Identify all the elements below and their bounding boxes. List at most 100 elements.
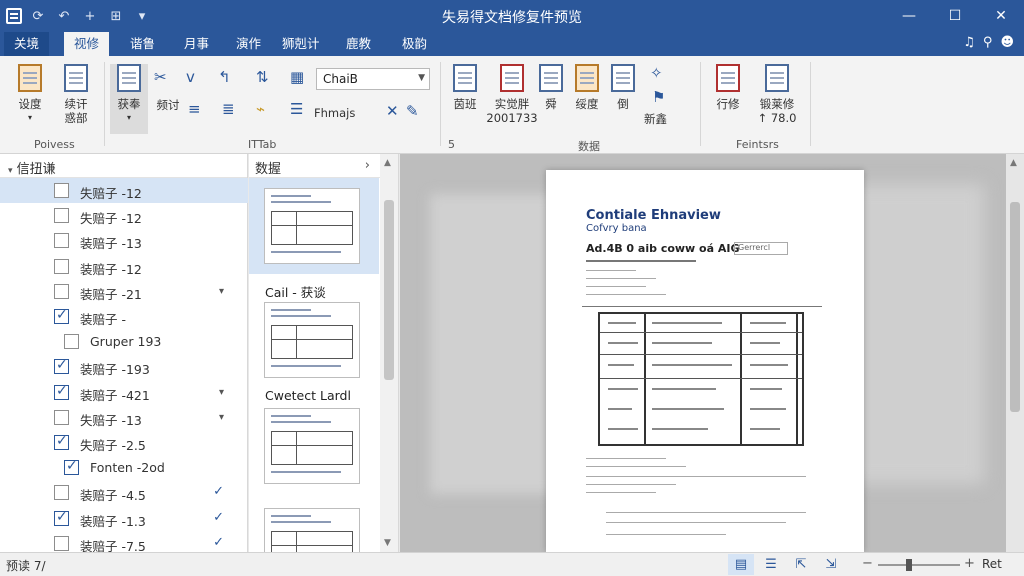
chevron-down-icon[interactable]: ▾ (219, 412, 224, 423)
list-icon[interactable]: ≣ (222, 100, 235, 118)
paragraph-icon[interactable]: ☰ (290, 100, 303, 118)
checkbox[interactable] (54, 208, 69, 224)
checkbox[interactable] (54, 307, 69, 324)
checkbox[interactable] (54, 535, 69, 551)
checkbox[interactable] (54, 258, 69, 274)
check-icon[interactable]: ✓ (213, 535, 224, 550)
undo-arrow-icon[interactable]: ↰ (218, 68, 231, 86)
ribbon-btn-5[interactable]: 茵班 (448, 64, 482, 111)
chevron-right-icon[interactable]: › (365, 158, 370, 173)
ribbon: 设度 ▾ 续讦 惑部 获奉 ▾ ✂ ⅴ ↰ 频讨 ≡ ≣ ⇅ ▦ ⌁ ☰ Cha… (0, 56, 1024, 154)
print-layout-icon[interactable]: ▤ (728, 554, 754, 575)
zoom-out-icon[interactable]: − (862, 556, 873, 571)
tab-5[interactable]: 演作 (226, 32, 271, 56)
tab-3[interactable]: 谐鲁 (120, 32, 165, 56)
sparkle-icon[interactable]: ✧ (650, 64, 663, 82)
maximize-button[interactable]: ☐ (932, 0, 978, 32)
checkbox[interactable] (54, 283, 69, 299)
zoom-level[interactable]: Ret (982, 557, 1002, 571)
tree-row[interactable]: 装赔子 -421 ▾ (0, 380, 248, 405)
thumbnail-item-1[interactable] (249, 178, 379, 274)
check-icon[interactable]: ✓ (213, 510, 224, 525)
table-icon[interactable]: ▦ (290, 68, 304, 86)
font-combo[interactable]: ChaiB ▼ (316, 68, 430, 90)
ribbon-btn-10[interactable]: 新鑫 (644, 112, 667, 126)
file-tree-header[interactable]: ▾ 信扭谦 (0, 154, 247, 178)
tree-row[interactable]: 装赔子 -4.5 ✓ (0, 480, 248, 505)
checkbox[interactable] (64, 334, 79, 350)
tree-row[interactable]: 失赔子 -12 (0, 203, 248, 228)
scroll-down-icon[interactable]: ▼ (384, 538, 391, 548)
format-icon[interactable]: ⅴ (186, 68, 195, 86)
thumbnail-item-2[interactable]: Cail - 获谈 (249, 276, 379, 380)
ribbon-btn-4[interactable]: 频讨 (152, 98, 184, 112)
sort-icon[interactable]: ⇅ (256, 68, 269, 86)
ribbon-btn-2[interactable]: 续讦 惑部 (54, 64, 98, 125)
search-icon[interactable]: ⚲ (983, 35, 993, 50)
tab-file[interactable]: 关境 (4, 32, 50, 56)
outline-view-icon[interactable]: ☰ (758, 554, 784, 575)
thumbnail-item-3[interactable]: Cwetect Lardl (249, 382, 379, 494)
ribbon-btn-6[interactable]: 实觉胖 2001733 (486, 64, 538, 125)
ribbon-btn-7[interactable]: 舜 (536, 64, 566, 111)
cut-icon[interactable]: ✂ (154, 68, 167, 86)
document-icon (14, 64, 46, 94)
account-icon[interactable]: ☻ (1000, 35, 1014, 50)
chevron-down-icon[interactable]: ▾ (219, 387, 224, 398)
flag-icon[interactable]: ⚑ (652, 88, 665, 106)
tree-row[interactable]: 失赔子 -13 ▾ (0, 405, 248, 430)
ribbon-btn-3[interactable]: 获奉 ▾ (110, 64, 148, 134)
clear-icon[interactable]: ✕ (386, 102, 399, 120)
thumbnail-item-4[interactable] (249, 500, 379, 552)
ribbon-btn-1[interactable]: 设度 ▾ (10, 64, 50, 125)
tab-7[interactable]: 鹿教 (336, 32, 381, 56)
scroll-up-icon[interactable]: ▲ (384, 158, 391, 168)
tree-row[interactable]: Gruper 193 (0, 329, 248, 354)
ribbon-btn-11[interactable]: 行修 (710, 64, 746, 111)
ribbon-btn-8[interactable]: 绥度 (570, 64, 604, 111)
tree-row[interactable]: 装赔子 - (0, 304, 248, 329)
chevron-down-icon[interactable]: ▾ (219, 286, 224, 297)
zoom-in-icon[interactable]: + (964, 556, 975, 571)
scrollbar-thumb[interactable] (1010, 202, 1020, 412)
tree-row[interactable]: 装赔子 -1.3 ✓ (0, 506, 248, 531)
checkbox[interactable] (54, 485, 69, 501)
tree-row[interactable]: Fonten -2od (0, 455, 248, 480)
scrollbar-thumb[interactable] (384, 200, 394, 380)
checkbox[interactable] (54, 383, 69, 400)
align-icon[interactable]: ≡ (188, 100, 201, 118)
ribbon-btn-12[interactable]: 锻莱修 ↑ 78.0 (752, 64, 802, 125)
tab-8[interactable]: 极韵 (392, 32, 437, 56)
tab-4[interactable]: 月事 (174, 32, 219, 56)
checkbox[interactable] (54, 509, 69, 526)
tree-row[interactable]: 装赔子 -12 (0, 254, 248, 279)
thumbnail-scrollbar[interactable]: ▲ ▼ (380, 154, 398, 552)
share-icon[interactable]: ♫ (963, 35, 975, 50)
read-mode-icon[interactable]: ⇲ (818, 554, 844, 575)
check-icon[interactable]: ✓ (213, 484, 224, 499)
tab-view[interactable]: 视修 (64, 32, 110, 56)
scroll-up-icon[interactable]: ▲ (1010, 158, 1017, 168)
tab-6[interactable]: 狮剋计 (272, 32, 330, 56)
ribbon-btn-9[interactable]: 倒 (608, 64, 638, 111)
tree-row[interactable]: 装赔子 -13 (0, 228, 248, 253)
checkbox[interactable] (54, 183, 69, 198)
checkbox[interactable] (54, 409, 69, 425)
checkbox[interactable] (64, 458, 79, 476)
checkbox[interactable] (54, 233, 69, 249)
close-button[interactable]: ✕ (978, 0, 1024, 32)
zoom-slider-handle[interactable] (906, 559, 912, 571)
tree-row[interactable]: 装赔子 -193 (0, 354, 248, 379)
checkbox[interactable] (54, 357, 69, 375)
preview-scrollbar[interactable]: ▲ (1006, 154, 1024, 552)
tree-row[interactable]: 失赔子 -12 (0, 178, 248, 203)
web-view-icon[interactable]: ⇱ (788, 554, 814, 575)
highlight-icon[interactable]: ⌁ (256, 100, 265, 118)
minimize-button[interactable]: — (886, 0, 932, 32)
pin-icon[interactable]: ✎ (406, 102, 419, 120)
font-style-dropdown[interactable]: Fhmajs (314, 106, 355, 120)
checkbox[interactable] (54, 433, 69, 450)
tree-row[interactable]: 失赔子 -2.5 (0, 430, 248, 455)
zoom-slider[interactable] (878, 564, 960, 566)
tree-row[interactable]: 装赔子 -21 ▾ (0, 279, 248, 304)
